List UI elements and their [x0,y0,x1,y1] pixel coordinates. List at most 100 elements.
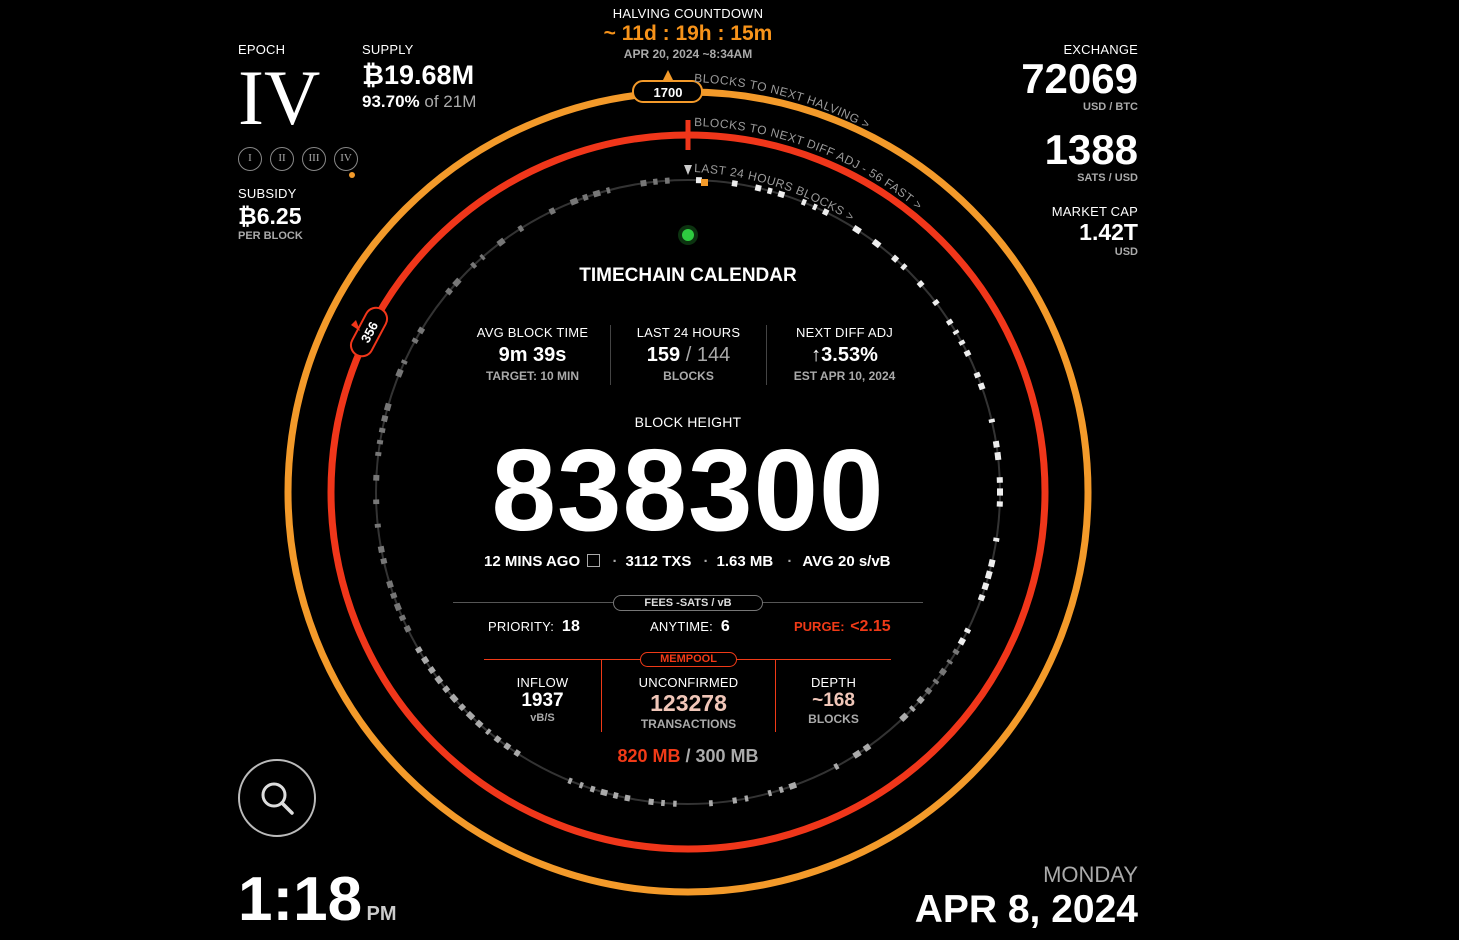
fee-purge: PURGE: <2.15 [794,618,891,636]
block-tick [403,624,412,633]
block-tick [767,789,773,797]
page-title: TIMECHAIN CALENDAR [579,265,797,286]
fee-priority-value: 18 [561,618,581,635]
block-tick [778,786,784,794]
mempool-stat-sub: TRANSACTIONS [640,717,737,731]
epoch-pill-2[interactable]: II [270,147,294,171]
block-tick [744,795,749,802]
supply-pct: 93.70% [362,92,420,111]
fee-anytime-value: 6 [720,618,730,635]
supply-block: SUPPLY ₿19.68M 93.70% of 21M [362,42,476,112]
block-tick [398,614,407,622]
external-link-icon[interactable] [587,554,601,567]
stat-last-24-hours: LAST 24 HOURS 159 / 144 BLOCKS [611,325,766,383]
block-tick [996,477,1003,483]
epoch-pill-4[interactable]: IV [334,147,358,171]
block-tick [963,349,972,358]
block-tick [977,382,986,391]
subsidy-block: SUBSIDY ₿6.25 PER BLOCK [238,186,303,242]
block-tick [395,368,404,378]
block-tick [981,582,990,591]
block-tick [664,177,670,184]
market-cap-value: 1.42T [1079,219,1138,245]
mempool-stat-sub: BLOCKS [808,712,859,726]
subsidy-label: SUBSIDY [238,186,297,201]
mempool-unconfirmed: UNCONFIRMED 123278 TRANSACTIONS [602,675,775,731]
block-avg-fee: AVG 20 s/vB [802,553,891,570]
epoch-pills: I II III IV [238,147,366,171]
search-button[interactable] [238,759,316,837]
fee-priority: PRIORITY: 18 [488,618,580,636]
block-tick [648,798,654,806]
block-tick [411,337,419,345]
subsidy-unit: PER BLOCK [238,230,303,242]
block-tick [624,794,631,802]
block-tick [380,557,388,565]
supply-of: of 21M [424,92,477,111]
diff-adj-pill: 356 [349,306,389,358]
block-tick [375,451,382,457]
block-tick [788,781,798,790]
block-tick [612,792,619,799]
mempool-stat-value: ~168 [812,690,855,711]
block-tick [660,799,666,807]
fee-purge-label: PURGE: [794,619,845,634]
search-icon [261,782,294,815]
block-tick [376,439,384,445]
block-tick [582,193,589,202]
block-meta: 12 MINS AGO · 3112 TXS · 1.63 MB · AVG 20 s… [484,553,891,570]
block-tick [994,451,1002,461]
mempool-stat-label: DEPTH [810,675,857,690]
block-tick [600,788,609,797]
mempool-size: 820 MB / 300 MB [538,746,838,767]
last24-marker-icon [684,165,692,175]
block-tick [984,570,993,580]
mempool-stat-value: 123278 [650,690,727,716]
supply-label: SUPPLY [362,42,414,57]
block-tick [589,785,596,793]
clock-time: 1:18 [238,865,363,934]
stat-avg-block-time: AVG BLOCK TIME 9m 39s TARGET: 10 MIN [455,325,610,383]
mempool-stat-sub: vB/S [530,712,555,724]
subsidy-value: ₿6.25 [238,203,302,229]
block-tick [373,499,380,505]
mempool-used: 820 MB [617,746,681,766]
block-tick [373,474,380,481]
block-tick [996,501,1003,507]
block-tick [708,800,713,807]
epoch-pill-3[interactable]: III [302,147,326,171]
mempool-inflow: INFLOW 1937 vB/S [484,675,601,724]
epoch-pill-1[interactable]: I [238,147,262,171]
sats-value: 1388 [1044,126,1138,173]
date-full: APR 8, 2024 [914,888,1138,931]
epoch-block: EPOCH IV I II III IV [238,42,366,171]
exchange-block: EXCHANGE 72069 USD / BTC [938,42,1138,113]
stat-value: ↑3.53% [811,344,878,366]
fee-anytime-label: ANYTIME: [650,619,713,634]
mempool-stat-value: 1937 [521,690,564,711]
clock: 1:18 PM [238,860,397,940]
latest-block-marker [701,179,708,186]
block-tick [977,593,986,602]
sats-unit: SATS / USD [1077,172,1138,184]
stat-next-diff-adj: NEXT DIFF ADJ ↑3.53% EST APR 10, 2024 [767,325,922,383]
block-tick [957,637,967,646]
block-tick [963,627,972,634]
mempool-depth: DEPTH ~168 BLOCKS [776,675,891,726]
exchange-unit: USD / BTC [1083,101,1138,113]
block-tick [378,427,386,434]
halving-countdown: HALVING COUNTDOWN ~ 11d : 19h : 15m APR … [560,6,816,61]
halving-date: APR 20, 2024 ~8:34AM [623,47,753,61]
block-tick [958,339,966,346]
block-tick [988,418,996,424]
fee-priority-label: PRIORITY: [488,619,555,634]
halving-blocks-count: 1700 [654,85,683,100]
market-cap-unit: USD [1114,246,1138,258]
block-tick [673,800,677,807]
market-cap-label: MARKET CAP [1051,204,1138,219]
block-tick [993,537,1000,542]
stat-label: LAST 24 HOURS [636,325,741,340]
block-tick [992,440,1000,448]
supply-value: ₿19.68M [362,60,475,90]
stat-sub: TARGET: 10 MIN [485,369,580,383]
